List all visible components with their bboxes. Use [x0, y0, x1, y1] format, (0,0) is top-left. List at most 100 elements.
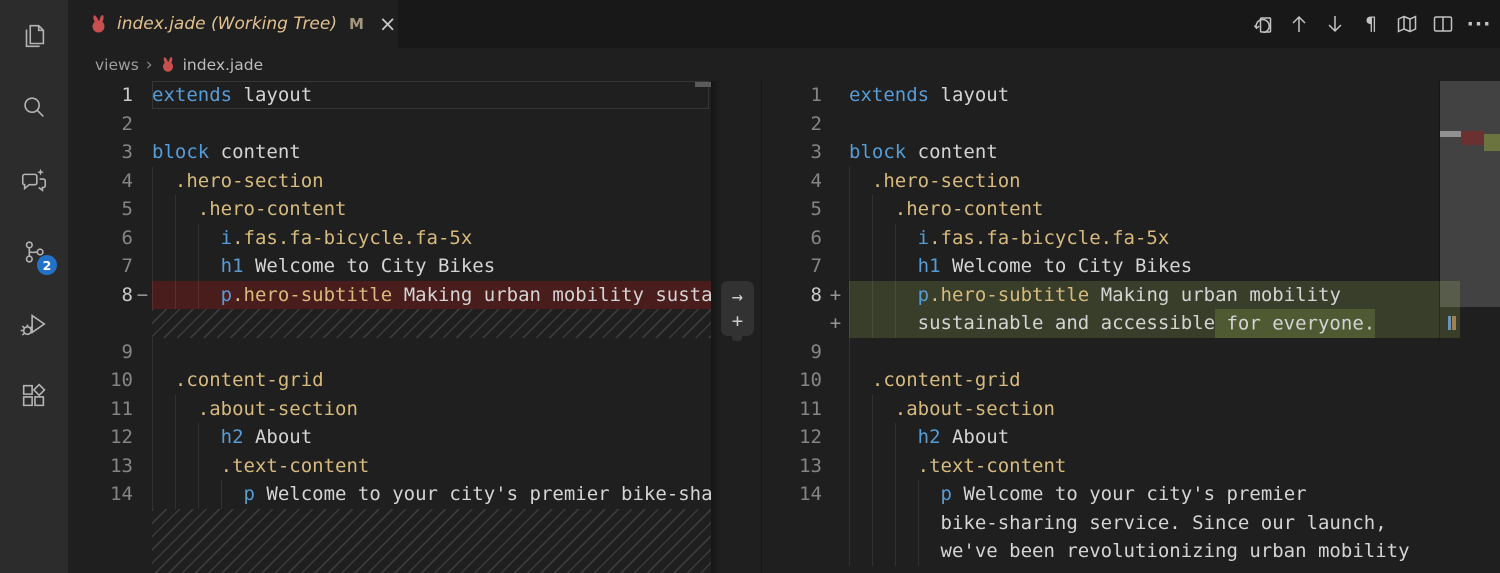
code-line[interactable]: .content-grid — [152, 366, 711, 395]
code-line[interactable] — [849, 110, 1460, 139]
code-line[interactable]: extends layout — [152, 81, 711, 110]
code-line[interactable]: i.fas.fa-bicycle.fa-5x — [849, 223, 1460, 252]
line-number: 1 — [121, 84, 133, 106]
diff-gutter-marker — [822, 452, 849, 481]
diff-gutter-marker — [822, 195, 849, 224]
diff-revert-arrow-icon[interactable]: → — [732, 286, 743, 308]
indent-guide — [174, 423, 176, 452]
code-line[interactable] — [849, 337, 1460, 366]
diff-gutter-marker: + — [829, 283, 842, 306]
code-line[interactable]: .hero-section — [152, 166, 711, 195]
editor-row: 13 .text-content — [762, 451, 1460, 481]
code-line[interactable]: we've been revolutionizing urban mobilit… — [849, 537, 1460, 566]
editor-row: 12 h2 About — [68, 423, 711, 452]
tab-close-icon[interactable]: × — [379, 13, 397, 35]
line-number: 3 — [121, 141, 133, 163]
code-line[interactable]: p.hero-subtitle Making urban mobility — [849, 280, 1460, 309]
code-line[interactable]: p.hero-subtitle Making urban mobility su… — [152, 280, 711, 309]
tab-index-jade[interactable]: index.jade (Working Tree) M × — [68, 0, 398, 48]
chat-icon[interactable] — [0, 144, 68, 216]
map-icon[interactable] — [1392, 9, 1422, 39]
line-number — [762, 537, 822, 566]
editor-row: 6 i.fas.fa-bicycle.fa-5x — [68, 223, 711, 252]
previous-change-icon[interactable] — [1284, 9, 1314, 39]
code-token: .hero-section — [174, 169, 324, 192]
code-line[interactable] — [152, 110, 711, 139]
minimap-slider[interactable] — [1440, 81, 1500, 307]
code-line[interactable]: block content — [849, 138, 1460, 167]
code-line[interactable]: .about-section — [152, 394, 711, 423]
next-change-icon[interactable] — [1320, 9, 1350, 39]
code-token: .content-grid — [174, 369, 324, 391]
breadcrumb-folder[interactable]: views — [95, 56, 139, 74]
revert-file-icon[interactable] — [1248, 9, 1278, 39]
code-line[interactable]: bike-sharing service. Since our launch, — [849, 508, 1460, 537]
editor-row — [68, 309, 711, 338]
code-line[interactable]: h2 About — [152, 423, 711, 452]
diff-add-icon[interactable]: + — [732, 310, 743, 332]
extensions-icon[interactable] — [0, 360, 68, 432]
indent-guide — [871, 309, 873, 338]
indent-guide — [220, 480, 222, 509]
more-actions-icon[interactable]: ··· — [1464, 9, 1494, 39]
source-control-icon[interactable]: 2 — [0, 216, 68, 288]
indent-guide — [849, 508, 850, 537]
diff-gutter-marker — [133, 110, 152, 139]
code-token: for everyone. — [1215, 309, 1376, 338]
search-icon[interactable] — [0, 72, 68, 144]
code-line[interactable]: h1 Welcome to City Bikes — [849, 252, 1460, 281]
code-line[interactable]: .text-content — [152, 451, 711, 480]
code-line[interactable]: .hero-content — [152, 195, 711, 224]
code-line[interactable]: p Welcome to your city's premier bike-sh… — [152, 480, 711, 509]
code-line[interactable]: extends layout — [849, 81, 1460, 110]
diff-gutter-marker — [822, 167, 849, 196]
code-token: .fas.fa-bicycle.fa-5x — [929, 226, 1170, 249]
editor-row: 13 .text-content — [68, 451, 711, 481]
breadcrumb-file[interactable]: index.jade — [183, 56, 264, 74]
code-token: .hero-section — [871, 169, 1021, 192]
code-line[interactable]: i.fas.fa-bicycle.fa-5x — [152, 223, 711, 252]
code-token: content — [209, 141, 301, 163]
diff-gutter-marker — [133, 309, 152, 338]
diff-editor-modified[interactable]: 1 extends layout 2 3 block content 4 .hero-se… — [762, 81, 1460, 573]
code-line[interactable]: .hero-content — [849, 195, 1460, 224]
code-line[interactable]: .about-section — [849, 394, 1460, 423]
indent-guide — [871, 280, 873, 309]
code-token: bike-sharing service. Since our launch, — [849, 511, 1387, 534]
toggle-whitespace-icon[interactable]: ¶ — [1356, 9, 1386, 39]
indent-guide — [849, 394, 850, 423]
diff-gutter-marker — [822, 138, 849, 167]
code-line[interactable]: .content-grid — [849, 366, 1460, 395]
code-line[interactable]: h1 Welcome to City Bikes — [152, 252, 711, 281]
code-line[interactable]: .text-content — [849, 451, 1460, 480]
code-line[interactable]: block content — [152, 138, 711, 167]
diff-gutter-marker — [133, 452, 152, 481]
code-token: Welcome to your city's premier bike-sha — [254, 483, 711, 505]
editor-row: 14 p Welcome to your city's premier — [762, 480, 1460, 509]
diff-gutter-marker — [133, 423, 152, 452]
editor-row: 11 .about-section — [68, 394, 711, 423]
indent-guide — [849, 309, 850, 338]
explorer-icon[interactable] — [0, 0, 68, 72]
code-line[interactable]: h2 About — [849, 423, 1460, 452]
line-number: 5 — [121, 198, 133, 220]
line-number: 14 — [110, 483, 133, 505]
run-debug-icon[interactable] — [0, 288, 68, 360]
split-editor-icon[interactable] — [1428, 9, 1458, 39]
code-line[interactable]: .hero-section — [849, 166, 1460, 195]
indent-guide — [894, 508, 896, 537]
editor-row: 10 .content-grid — [68, 366, 711, 395]
indent-guide — [197, 423, 199, 452]
indent-guide — [849, 366, 850, 395]
code-token: .hero-subtitle — [929, 283, 1090, 306]
line-number: 12 — [110, 426, 133, 448]
code-line[interactable]: sustainable and accessible for everyone. — [849, 309, 1460, 338]
code-line[interactable]: p Welcome to your city's premier — [849, 480, 1460, 509]
line-number: 10 — [110, 369, 133, 391]
diff-editor-original[interactable]: 1 extends layout 2 3 block content 4 .hero-se… — [68, 81, 711, 573]
source-control-badge: 2 — [37, 255, 57, 275]
diff-filler-hatch — [152, 309, 711, 338]
code-line[interactable] — [152, 337, 711, 366]
